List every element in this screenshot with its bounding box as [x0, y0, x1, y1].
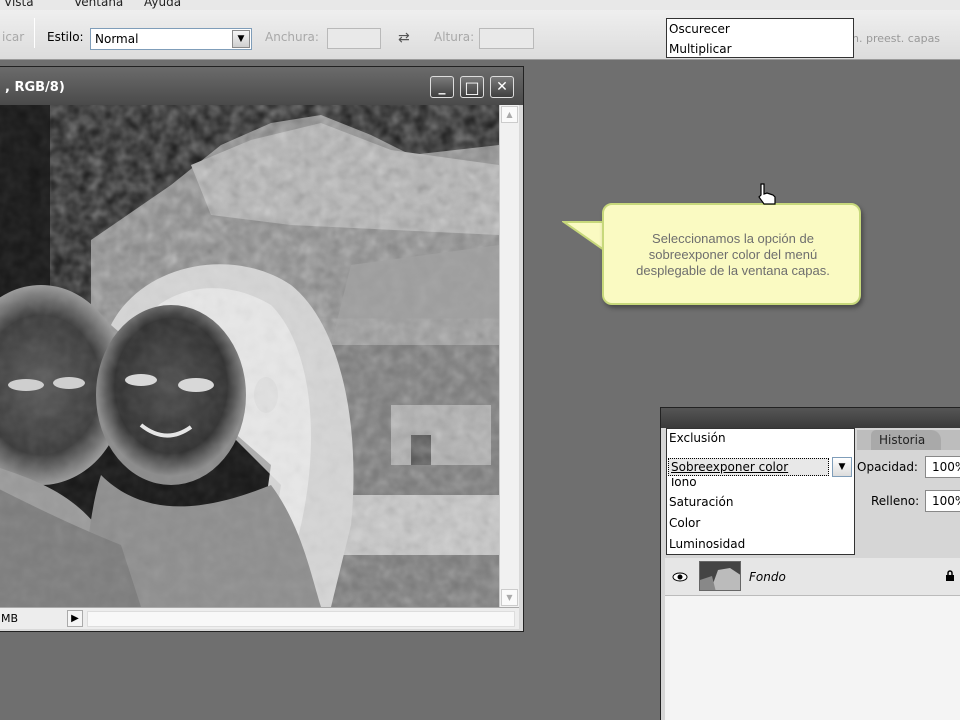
menu-vista[interactable]: Vista: [4, 0, 34, 9]
menu-ayuda[interactable]: Ayuda: [144, 0, 181, 9]
blend-item-saturacion[interactable]: Saturación: [669, 495, 733, 509]
eye-icon[interactable]: [669, 564, 691, 590]
hand-cursor-icon: [758, 183, 776, 205]
style-label: Estilo:: [47, 30, 84, 44]
chevron-down-icon[interactable]: ▼: [832, 457, 852, 477]
style-select[interactable]: Normal ▼: [90, 28, 252, 50]
layers-panel-header[interactable]: [661, 408, 960, 428]
swap-icon[interactable]: ⇄: [398, 30, 410, 46]
status-bar: MB ▶: [0, 607, 519, 629]
width-field[interactable]: [327, 28, 381, 49]
cut-label: icar: [2, 30, 25, 44]
blend-mode-list-top: Oscurecer Multiplicar: [666, 18, 854, 58]
tutorial-callout: Seleccionamos la opción de sobreexponer …: [602, 203, 861, 305]
menu-bar: Vista Ventana Ayuda: [0, 0, 960, 10]
palette-well-tabs[interactable]: n. preest. capas: [852, 32, 940, 45]
layer-name[interactable]: Fondo: [749, 570, 786, 584]
document-window: , RGB/8) _ □ ✕ ▲ ▼ MB ▶: [0, 66, 524, 632]
image-canvas[interactable]: [0, 105, 499, 607]
callout-text: Seleccionamos la opción de sobreexponer …: [636, 231, 830, 278]
close-button[interactable]: ✕: [490, 76, 514, 98]
opacity-label: Opacidad:: [857, 460, 918, 474]
divider: [34, 18, 35, 48]
blend-item-multiplicar[interactable]: Multiplicar: [667, 39, 853, 59]
width-label: Anchura:: [265, 30, 319, 44]
blend-mode-select[interactable]: Sobreexponer color ▼: [667, 456, 854, 478]
lock-icon: [945, 570, 955, 585]
blend-mode-value[interactable]: Sobreexponer color: [668, 458, 829, 476]
panel-tab-bar: Historia: [857, 430, 960, 450]
chevron-down-icon[interactable]: ▼: [232, 30, 250, 48]
menu-ventana[interactable]: Ventana: [74, 0, 123, 9]
doc-size-status: MB: [1, 612, 19, 625]
scroll-up-icon[interactable]: ▲: [501, 106, 518, 123]
height-field[interactable]: [479, 28, 534, 49]
layer-thumbnail: [699, 561, 741, 591]
blend-item-oscurecer[interactable]: Oscurecer: [667, 19, 853, 39]
maximize-button[interactable]: □: [460, 76, 484, 98]
document-title: , RGB/8): [5, 80, 65, 95]
minimize-button[interactable]: _: [430, 76, 454, 98]
style-value: Normal: [95, 32, 139, 46]
layer-row-fondo[interactable]: Fondo: [665, 558, 960, 596]
blend-item-luminosidad[interactable]: Luminosidad: [669, 537, 745, 551]
horizontal-scrollbar[interactable]: [87, 611, 515, 627]
height-label: Altura:: [434, 30, 475, 44]
fill-field[interactable]: 100%: [925, 490, 960, 512]
vertical-scrollbar[interactable]: ▲ ▼: [499, 105, 519, 607]
blend-mode-list: Exclusión Tono Saturación Color Luminosi…: [666, 428, 855, 555]
blend-item-exclusion[interactable]: Exclusión: [669, 431, 726, 445]
tab-historia[interactable]: Historia: [871, 430, 941, 450]
fill-label: Relleno:: [871, 494, 920, 508]
scroll-down-icon[interactable]: ▼: [501, 589, 518, 606]
blend-item-color[interactable]: Color: [669, 516, 700, 530]
opacity-field[interactable]: 100%: [925, 456, 960, 478]
layer-list: Fondo: [665, 558, 960, 720]
status-menu-arrow-icon[interactable]: ▶: [67, 610, 83, 627]
inverted-photo: [0, 105, 499, 607]
document-title-bar[interactable]: , RGB/8) _ □ ✕: [0, 67, 523, 105]
